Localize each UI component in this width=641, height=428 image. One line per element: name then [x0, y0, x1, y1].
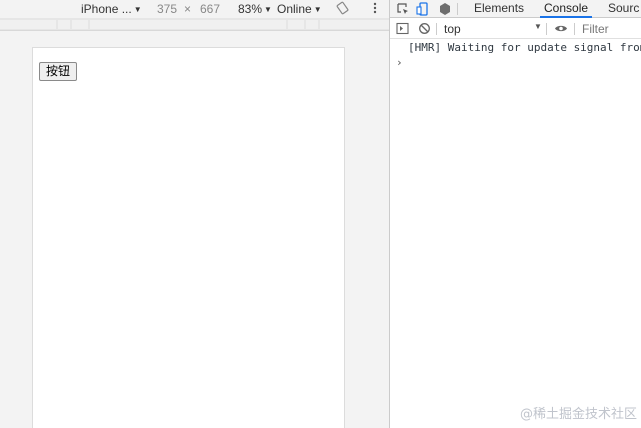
watermark: @稀土掘金技术社区: [519, 407, 637, 422]
tab-console[interactable]: Console: [540, 0, 593, 18]
inspect-element-icon: [397, 3, 408, 14]
clear-console-button[interactable]: [418, 22, 432, 36]
context-select[interactable]: top: [444, 21, 461, 37]
zoom-value: 83%: [238, 2, 263, 16]
device-toolbar: iPhone ... ▼ 375 × 667 83% ▼ Online ▼: [0, 0, 389, 18]
dropdown-arrow-icon: ▼: [313, 5, 322, 14]
extension-icon: [440, 3, 450, 15]
tab-elements[interactable]: Elements: [474, 0, 524, 18]
height-field[interactable]: 667: [200, 1, 220, 17]
rotate-icon: [336, 1, 349, 15]
network-value: Online: [277, 2, 312, 16]
devtools-tab-bar: Elements Console Sourc: [390, 0, 641, 18]
device-emulation-pane: iPhone ... ▼ 375 × 667 83% ▼ Online ▼ 按钮: [0, 0, 389, 428]
device-toggle-button[interactable]: [416, 2, 430, 16]
dimension-separator: ×: [184, 2, 192, 16]
media-query-ruler: [0, 18, 389, 31]
zoom-select[interactable]: 83% ▼: [238, 1, 272, 17]
dropdown-arrow-icon: ▼: [133, 5, 142, 14]
console-output: [HMR] Waiting for update signal from ›: [390, 40, 641, 72]
more-options-button[interactable]: [372, 1, 378, 17]
console-prompt[interactable]: ›: [390, 56, 641, 72]
devtools-panel: Elements Console Sourc top ▼ [HMR] Waiti…: [390, 0, 641, 428]
clear-console-icon: [419, 23, 430, 34]
width-value: 375: [157, 2, 178, 16]
more-vertical-icon: [373, 2, 377, 14]
network-throttle-select[interactable]: Online ▼: [277, 1, 322, 17]
page-button[interactable]: 按钮: [39, 62, 78, 81]
sidebar-toggle-button[interactable]: [396, 22, 410, 36]
console-toolbar: top ▼: [390, 19, 641, 39]
filter-input[interactable]: [582, 21, 641, 37]
device-toggle-icon: [416, 2, 428, 16]
device-name: iPhone ...: [81, 2, 132, 16]
width-field[interactable]: 375: [157, 1, 177, 17]
inspect-element-button[interactable]: [396, 2, 410, 16]
extension-button[interactable]: [438, 2, 452, 16]
dropdown-arrow-icon: ▼: [534, 22, 542, 31]
height-value: 667: [200, 2, 221, 16]
device-viewport: 按钮: [32, 47, 345, 428]
live-expression-button[interactable]: [554, 22, 568, 36]
dropdown-arrow-icon: ▼: [264, 5, 272, 14]
tab-sources[interactable]: Sourc: [608, 0, 639, 18]
eye-icon: [555, 25, 567, 32]
rotate-button[interactable]: [336, 1, 349, 17]
console-message: [HMR] Waiting for update signal from: [408, 41, 641, 54]
sidebar-toggle-icon: [396, 22, 409, 35]
device-select[interactable]: iPhone ... ▼: [81, 1, 142, 17]
